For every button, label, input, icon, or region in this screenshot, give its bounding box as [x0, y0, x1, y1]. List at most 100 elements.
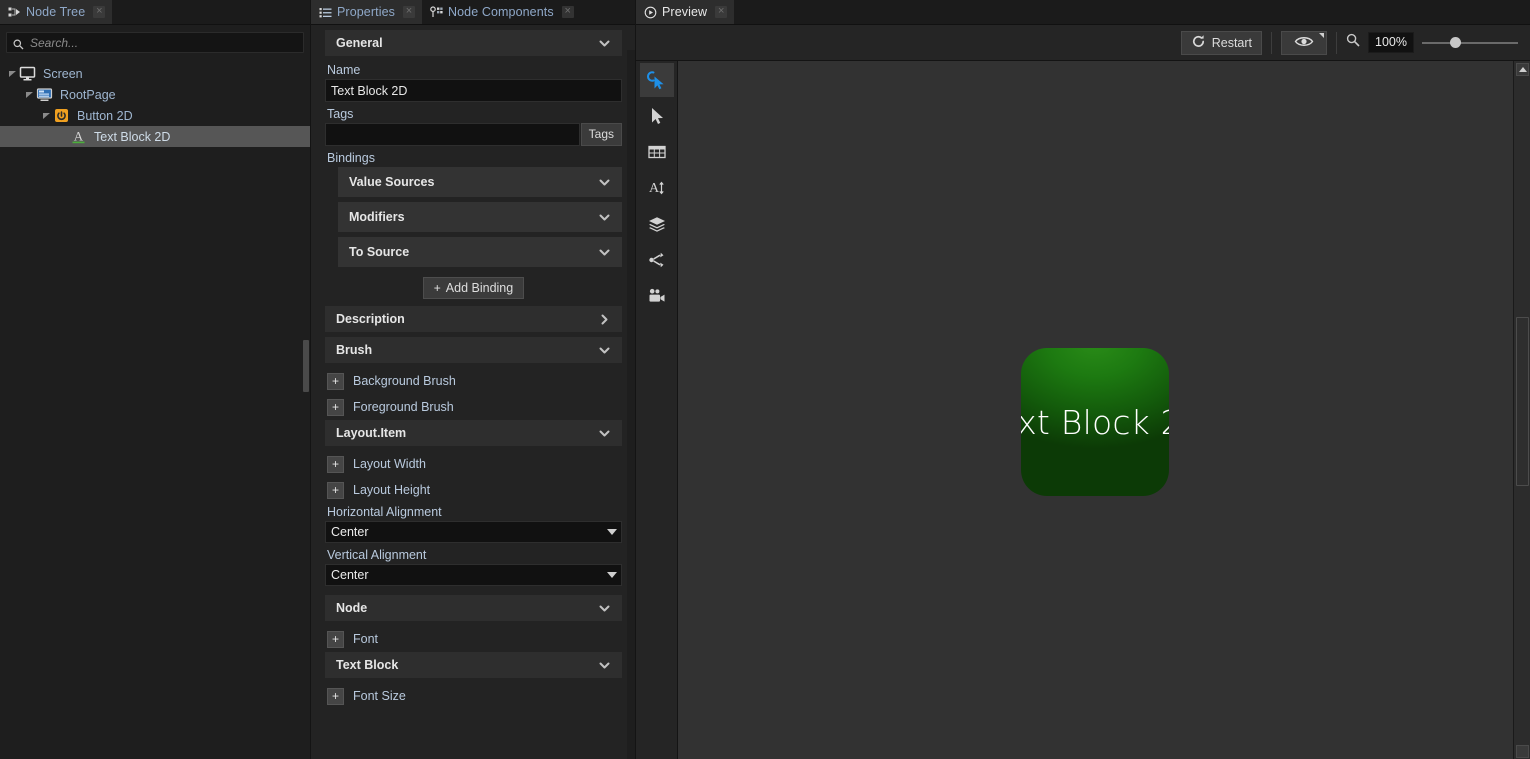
restart-button[interactable]: Restart: [1181, 31, 1262, 55]
properties-scrollbar[interactable]: [627, 50, 635, 759]
preview-canvas[interactable]: Text Block 2D: [678, 61, 1530, 759]
name-input[interactable]: Text Block 2D: [325, 79, 622, 102]
section-modifiers[interactable]: Modifiers: [338, 202, 622, 232]
visibility-toggle-button[interactable]: [1281, 31, 1327, 55]
select-value: Center: [331, 525, 369, 539]
section-to-source[interactable]: To Source: [338, 237, 622, 267]
row-label: Layout Height: [353, 483, 430, 497]
section-description[interactable]: Description: [325, 306, 622, 332]
tool-text[interactable]: A: [640, 171, 674, 205]
add-binding-button[interactable]: + Add Binding: [423, 277, 524, 299]
tree-item-label: Text Block 2D: [94, 130, 170, 144]
chevron-down-icon: [598, 344, 611, 357]
tool-node-graph[interactable]: [640, 243, 674, 277]
node-tree-panel: Node Tree × Search...: [0, 0, 311, 759]
tab-preview[interactable]: Preview ×: [636, 0, 734, 24]
close-icon[interactable]: ×: [403, 6, 415, 18]
properties-panel: Properties × Node Components ×: [311, 0, 636, 759]
tool-grid[interactable]: [640, 135, 674, 169]
tree-item-label: Screen: [43, 67, 83, 81]
tree-item-label: RootPage: [60, 88, 116, 102]
expand-arrow-icon[interactable]: [6, 69, 19, 78]
section-label: Value Sources: [349, 175, 434, 189]
section-layout-item[interactable]: Layout.Item: [325, 420, 622, 446]
tab-node-tree[interactable]: Node Tree ×: [0, 0, 112, 24]
text-block-icon: A: [70, 128, 87, 145]
scrollbar-thumb[interactable]: [1516, 317, 1529, 486]
camera-icon: [647, 286, 667, 306]
preview-button-2d[interactable]: Text Block 2D: [1021, 348, 1169, 496]
grid-icon: [647, 142, 667, 162]
tool-select-pointer[interactable]: [640, 63, 674, 97]
scroll-down-button[interactable]: [1516, 745, 1529, 758]
search-row: Search...: [0, 25, 310, 59]
horizontal-alignment-select[interactable]: Center: [325, 521, 622, 543]
add-icon[interactable]: +: [327, 688, 344, 705]
tab-label: Node Components: [448, 5, 554, 19]
expand-arrow-icon[interactable]: [23, 90, 36, 99]
node-tree-scrollbar[interactable]: [303, 50, 309, 759]
tab-node-components[interactable]: Node Components ×: [422, 0, 581, 24]
section-label: Text Block: [336, 658, 398, 672]
row-foreground-brush[interactable]: + Foreground Brush: [325, 394, 622, 420]
section-general[interactable]: General: [325, 30, 622, 56]
tree-item-screen[interactable]: Screen: [0, 63, 310, 84]
close-icon[interactable]: ×: [93, 6, 105, 18]
properties-icon: [319, 6, 332, 19]
tags-input[interactable]: [325, 123, 580, 146]
search-input[interactable]: Search...: [6, 32, 304, 53]
chevron-down-icon: [598, 176, 611, 189]
node-graph-icon: [647, 250, 667, 270]
dropdown-corner-icon[interactable]: [1319, 33, 1324, 38]
slider-knob[interactable]: [1450, 37, 1461, 48]
section-text-block[interactable]: Text Block: [325, 652, 622, 678]
tree-item-button-2d[interactable]: Button 2D: [0, 105, 310, 126]
tree-item-rootpage[interactable]: RootPage: [0, 84, 310, 105]
add-icon[interactable]: +: [327, 373, 344, 390]
row-label: Font: [353, 632, 378, 646]
chevron-down-icon: [598, 602, 611, 615]
horizontal-alignment-label: Horizontal Alignment: [325, 503, 622, 521]
add-icon[interactable]: +: [327, 399, 344, 416]
zoom-slider[interactable]: [1422, 36, 1518, 50]
row-font-size[interactable]: + Font Size: [325, 683, 622, 709]
tool-arrow[interactable]: [640, 99, 674, 133]
scroll-up-button[interactable]: [1516, 63, 1529, 76]
tree-item-text-block-2d[interactable]: A Text Block 2D: [0, 126, 310, 147]
row-layout-height[interactable]: + Layout Height: [325, 477, 622, 503]
tool-layers[interactable]: [640, 207, 674, 241]
close-icon[interactable]: ×: [562, 6, 574, 18]
row-background-brush[interactable]: + Background Brush: [325, 368, 622, 394]
preview-toolbar: Restart: [636, 25, 1530, 61]
zoom-controls: 100%: [1346, 32, 1518, 53]
section-label: Modifiers: [349, 210, 405, 224]
tab-properties[interactable]: Properties ×: [311, 0, 422, 24]
tab-label: Properties: [337, 5, 395, 19]
add-binding-row: + Add Binding: [325, 272, 622, 306]
tags-button[interactable]: Tags: [581, 123, 622, 146]
tool-camera[interactable]: [640, 279, 674, 313]
vertical-alignment-select[interactable]: Center: [325, 564, 622, 586]
properties-body: General Name Text Block 2D Tags Tags B: [311, 25, 635, 759]
section-brush[interactable]: Brush: [325, 337, 622, 363]
power-button-icon: [53, 107, 70, 124]
canvas-vertical-scrollbar[interactable]: [1513, 61, 1530, 759]
preview-button-label: Text Block 2D: [1021, 403, 1169, 442]
row-font[interactable]: + Font: [325, 626, 622, 652]
zoom-value[interactable]: 100%: [1368, 32, 1414, 53]
add-icon[interactable]: +: [327, 482, 344, 499]
row-layout-width[interactable]: + Layout Width: [325, 451, 622, 477]
close-icon[interactable]: ×: [715, 6, 727, 18]
chevron-down-icon: [607, 572, 617, 578]
svg-text:A: A: [74, 129, 84, 144]
section-node[interactable]: Node: [325, 595, 622, 621]
section-value-sources[interactable]: Value Sources: [338, 167, 622, 197]
scrollbar-thumb[interactable]: [303, 340, 309, 392]
chevron-up-icon: [1519, 67, 1527, 72]
chevron-down-icon: [598, 659, 611, 672]
add-icon[interactable]: +: [327, 631, 344, 648]
add-icon[interactable]: +: [327, 456, 344, 473]
toolbar-divider: [1271, 32, 1272, 54]
expand-arrow-icon[interactable]: [40, 111, 53, 120]
application-window: Node Tree × Search...: [0, 0, 1530, 759]
